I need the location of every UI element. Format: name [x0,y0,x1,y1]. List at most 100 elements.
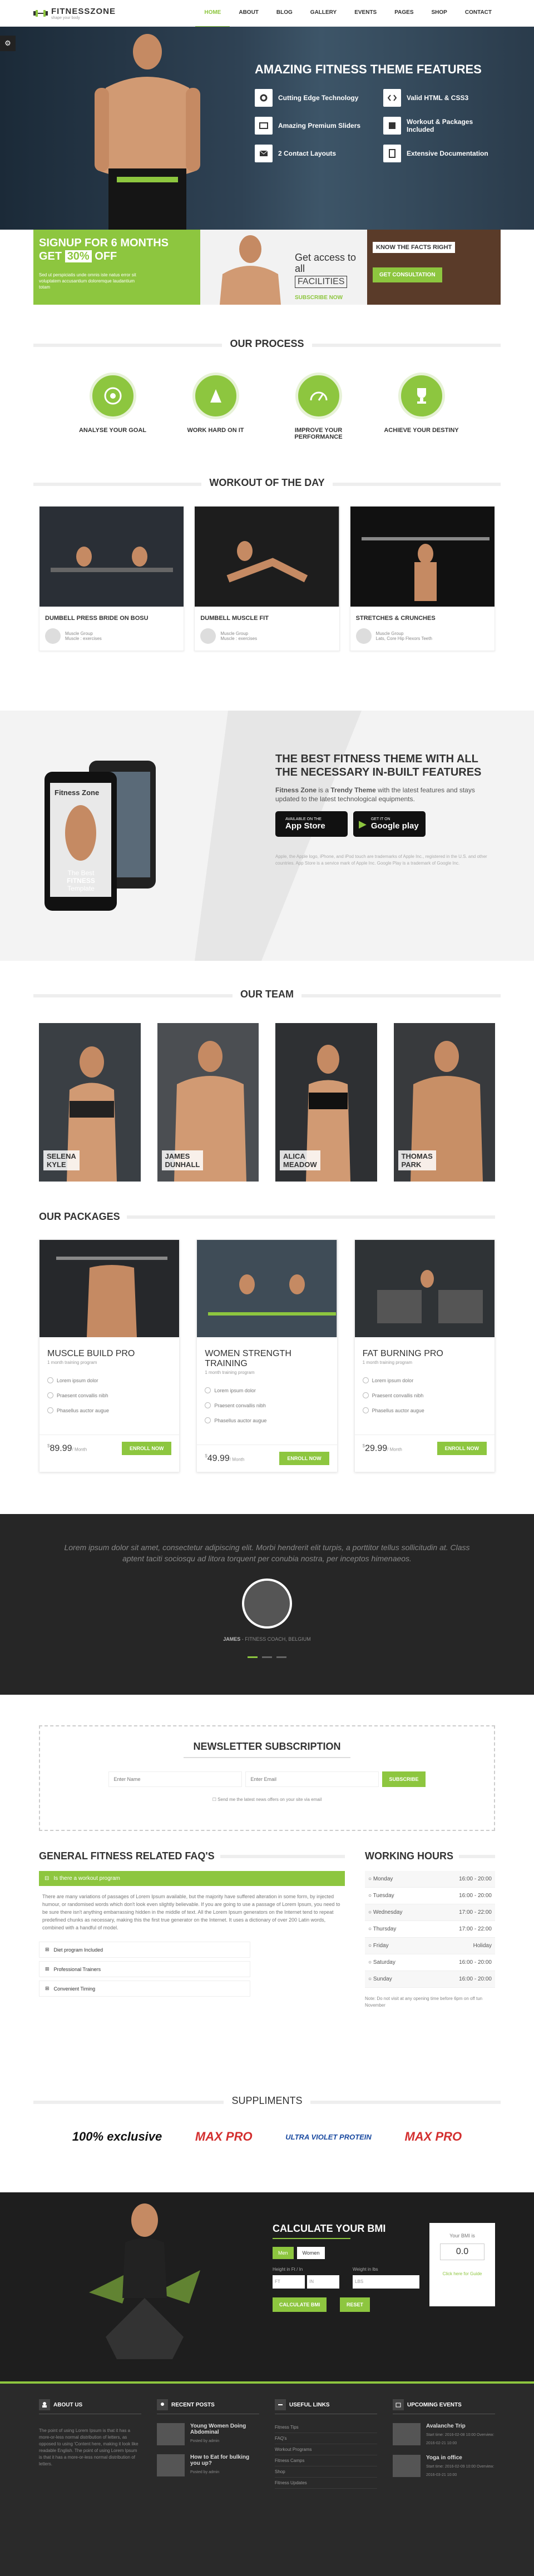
feature-item: 2 Contact Layouts [255,145,371,162]
banner-heading-box: FACILITIES [295,276,348,288]
workout-card[interactable]: STRETCHES & CRUNCHES Muscle Group Lats, C… [349,506,495,651]
brand-logo[interactable]: 100% exclusive [72,2130,162,2144]
calculate-button[interactable]: CALCULATE BMI [273,2297,327,2312]
bmi-section: CALCULATE YOUR BMI Men Women Height in Ft… [0,2192,534,2381]
men-tab[interactable]: Men [273,2247,294,2259]
brand-logo[interactable]: MAX PRO [195,2130,253,2144]
event-item[interactable]: Yoga in office Start time: 2016-02-09 10:… [393,2455,495,2478]
name-input[interactable] [108,1771,243,1787]
faq-item[interactable]: ⊞ Convenient Timing [39,1981,250,1997]
footer-link[interactable]: Fitness Updates [275,2478,377,2489]
package-card: FAT BURNING PRO 1 month training program … [354,1239,495,1472]
link-icon [275,2399,286,2410]
team-member[interactable]: JAMES DUNHALL [157,1023,259,1182]
signup-banner[interactable]: SIGNUP FOR 6 MONTHS GET 30% OFF Sed ut p… [33,230,200,305]
footer-link[interactable]: FAQ's [275,2433,377,2444]
event-thumbnail [393,2455,421,2477]
consultation-button[interactable]: GET CONSULTATION [373,267,442,282]
doc-icon [383,145,401,162]
legal-note: Apple, the Apple logo, iPhone, and iPod … [275,854,487,866]
workout-image [195,507,339,607]
app-store-button[interactable]: AVAILABLE ON THE App Store [275,811,348,837]
play-icon: ▶ [359,818,367,830]
feature-item: Cutting Edge Technology [255,89,371,107]
guide-link[interactable]: Click here for Guide [429,2271,495,2276]
nav-contact[interactable]: CONTACT [456,0,501,27]
footer-link[interactable]: Shop [275,2466,377,2478]
email-input[interactable] [245,1771,379,1787]
feature-item: Workout & Packages Included [383,117,500,135]
height-in-input[interactable]: IN [307,2275,339,2289]
gear-icon[interactable]: ⚙ [0,36,16,51]
nav-shop[interactable]: SHOP [423,0,456,27]
slider-dot[interactable] [248,1656,258,1658]
reset-button[interactable]: RESET [339,2297,370,2312]
nav-blog[interactable]: BLOG [268,0,301,27]
faq-item[interactable]: ⊞ Diet program Included [39,1942,250,1958]
subscribe-button[interactable]: SUBSCRIBE [382,1771,426,1787]
trophy-icon [398,373,445,419]
feature-item: Extensive Documentation [383,145,500,162]
hours-row: ○ Sunday 16:00 - 20:00 [365,1971,495,1988]
google-play-button[interactable]: ▶ GET IT ON Google play [353,811,426,837]
recent-post[interactable]: How to Eat for bulking you up? Posted by … [157,2454,259,2476]
section-title: GENERAL FITNESS RELATED FAQ'S [39,1850,215,1862]
team-member[interactable]: ALICA MEADOW [275,1023,377,1182]
testimonial-section: Lorem ipsum dolor sit amet, consectetur … [0,1514,534,1695]
newsletter-title: NEWSLETTER SUBSCRIPTION [193,1741,341,1752]
hero-athlete-image [95,34,200,230]
enroll-button[interactable]: ENROLL NOW [121,1442,172,1455]
nav-home[interactable]: HOME [195,0,230,27]
site-header: FITNESSZONE shape your body HOME ABOUT BL… [0,0,534,27]
team-member[interactable]: THOMAS PARK [393,1023,495,1182]
package-image [354,1240,495,1337]
app-title: THE BEST FITNESS THEME WITH ALL THE NECE… [275,753,482,778]
avatar [242,1579,292,1629]
package-card: MUSCLE BUILD PRO 1 month training program… [39,1239,180,1472]
enroll-button[interactable]: ENROLL NOW [437,1442,487,1455]
feature-item: Valid HTML & CSS3 [383,89,500,107]
faq-item[interactable]: ⊞ Professional Trainers [39,1961,250,1977]
testimonial-author: JAMES - FITNESS COACH, BELGIUM [223,1636,311,1642]
footer-link[interactable]: Fitness Camps [275,2455,377,2466]
hero-title: AMAZING FITNESS THEME FEATURES [255,62,482,76]
phone-caption: The Best FITNESS Template [67,869,95,892]
slider-dot[interactable] [262,1656,272,1658]
banner-heading: Get access to all [295,252,357,274]
hours-list: ○ Monday 16:00 - 20:00 ○ Tuesday 16:00 - 2… [365,1871,495,1988]
section-title: OUR PACKAGES [39,1211,120,1222]
logo[interactable]: FITNESSZONE shape your body [33,6,116,21]
nav-pages[interactable]: PAGES [385,0,422,27]
slider-icon [255,117,273,135]
phone-title: Fitness Zone [55,788,100,797]
height-ft-input[interactable]: FT [273,2275,305,2289]
faq-item-open[interactable]: ⊟ Is there a workout program [39,1871,345,1886]
team-member[interactable]: SELENA KYLE [39,1023,141,1182]
subscribe-button[interactable]: SUBSCRIBE NOW [295,295,362,301]
footer-link[interactable]: Workout Programs [275,2444,377,2455]
workout-card[interactable]: DUMBELL PRESS BRIDE ON BOSU Muscle Group… [39,506,185,651]
nav-about[interactable]: ABOUT [230,0,268,27]
plus-icon: ⊞ [45,1947,50,1952]
event-item[interactable]: Avalanche Trip Start time: 2016-02-08 10:… [393,2423,495,2446]
weight-input[interactable]: LBS [353,2275,419,2289]
faq-answer: There are many variations of passages of… [42,1894,340,1930]
nav-events[interactable]: EVENTS [345,0,385,27]
consent-checkbox[interactable]: ☐ Send me the latest news offers on your… [40,1797,494,1802]
section-title: WORKING HOURS [365,1850,453,1862]
recent-post[interactable]: Young Women Doing Abdominal Posted by adm… [157,2423,259,2445]
nav-gallery[interactable]: GALLERY [301,0,345,27]
facts-banner[interactable]: KNOW THE FACTS RIGHT GET CONSULTATION [367,230,501,305]
workout-card[interactable]: DUMBELL MUSCLE FIT Muscle Group Muscle : … [194,506,340,651]
footer-link[interactable]: Fitness Tips [275,2422,377,2433]
section-title: OUR TEAM [233,989,301,1000]
brand-logo[interactable]: MAX PRO [404,2130,462,2144]
women-tab[interactable]: Women [296,2247,325,2259]
facilities-banner[interactable]: Get access to all FACILITIES SUBSCRIBE N… [200,230,367,305]
enroll-button[interactable]: ENROLL NOW [279,1452,329,1465]
promo-banners: SIGNUP FOR 6 MONTHS GET 30% OFF Sed ut p… [33,230,501,305]
brand-logo[interactable]: ULTRA VIOLET PROTEIN [285,2133,372,2141]
workout-image [39,507,184,607]
slider-dot[interactable] [276,1656,286,1658]
banner-tag: KNOW THE FACTS RIGHT [373,242,456,253]
